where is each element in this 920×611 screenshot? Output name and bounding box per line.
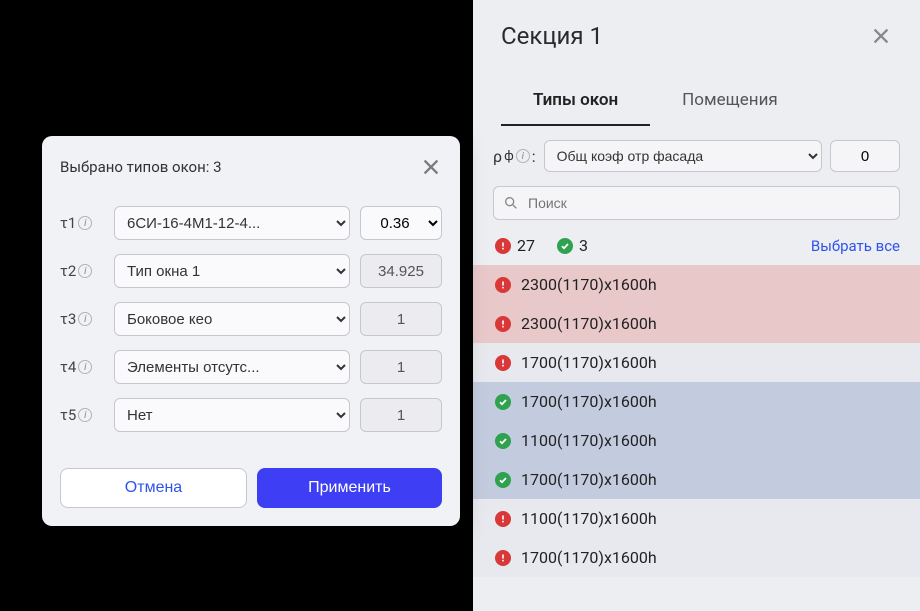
close-icon[interactable] (870, 25, 892, 47)
tau-value[interactable] (360, 350, 442, 384)
cancel-button[interactable]: Отмена (60, 468, 247, 508)
modal-header: Выбрано типов окон: 3 (60, 156, 442, 178)
tau-row: τ1i 6СИ-16-4М1-12-4... 0.36 (60, 206, 442, 240)
rho-sub: ф (504, 149, 514, 164)
info-icon[interactable]: i (78, 360, 92, 374)
list-item-label: 1100(1170)x1600h (521, 431, 657, 450)
apply-button[interactable]: Применить (257, 468, 442, 508)
rho-label: ρф i : (493, 147, 536, 166)
search-icon (503, 195, 519, 211)
search-input[interactable] (493, 186, 900, 220)
counter-red: 27 (495, 236, 535, 255)
close-icon[interactable] (420, 156, 442, 178)
counter-red-value: 27 (517, 236, 535, 255)
info-icon[interactable]: i (78, 216, 92, 230)
counters: 27 3 Выбрать все (473, 228, 920, 265)
error-icon (495, 511, 511, 527)
tau-select[interactable]: Боковое кео (114, 302, 350, 336)
tablist: Типы окон Помещения (501, 80, 892, 126)
info-icon[interactable]: i (78, 264, 92, 278)
tau-select[interactable]: 6СИ-16-4М1-12-4... (114, 206, 350, 240)
list-item-label: 2300(1170)x1600h (521, 314, 657, 333)
info-icon[interactable]: i (78, 312, 92, 326)
check-icon (495, 472, 511, 488)
list-item-label: 1700(1170)x1600h (521, 548, 657, 567)
select-all-link[interactable]: Выбрать все (811, 237, 900, 255)
info-icon[interactable]: i (78, 408, 92, 422)
list-item[interactable]: 1700(1170)x1600h (473, 382, 920, 421)
list-item[interactable]: 1100(1170)x1600h (473, 499, 920, 538)
list-item[interactable]: 1100(1170)x1600h (473, 421, 920, 460)
tau-rows: τ1i 6СИ-16-4М1-12-4... 0.36 τ2i Тип окна 1 τ3… (60, 206, 442, 432)
list-item[interactable]: 2300(1170)x1600h (473, 304, 920, 343)
error-icon (495, 316, 511, 332)
tau-select[interactable]: Нет (114, 398, 350, 432)
search-wrap (493, 186, 900, 220)
tau-value-select[interactable]: 0.36 (360, 206, 442, 240)
counter-green-value: 3 (579, 236, 588, 255)
tau-label: τ5i (60, 406, 104, 424)
tau-row: τ5i Нет (60, 398, 442, 432)
panel-title: Секция 1 (501, 22, 603, 50)
tau-value[interactable] (360, 254, 442, 288)
rho-colon: : (532, 147, 536, 166)
tab-window-types[interactable]: Типы окон (501, 80, 650, 126)
check-icon (495, 394, 511, 410)
tau-label: τ2i (60, 262, 104, 280)
list-item-label: 1700(1170)x1600h (521, 470, 657, 489)
error-icon (495, 355, 511, 371)
rho-number[interactable] (830, 140, 900, 172)
list-item-label: 1700(1170)x1600h (521, 392, 657, 411)
list-item[interactable]: 1700(1170)x1600h (473, 538, 920, 577)
list-item[interactable]: 1700(1170)x1600h (473, 343, 920, 382)
tau-row: τ2i Тип окна 1 (60, 254, 442, 288)
tau-row: τ3i Боковое кео (60, 302, 442, 336)
section-panel: Секция 1 Типы окон Помещения ρф i : Общ … (473, 0, 920, 611)
counter-green: 3 (557, 236, 588, 255)
window-list: 2300(1170)x1600h 2300(1170)x1600h 1700(117… (473, 265, 920, 577)
error-icon (495, 238, 511, 254)
modal-buttons: Отмена Применить (60, 468, 442, 508)
tau-select[interactable]: Тип окна 1 (114, 254, 350, 288)
counters-left: 27 3 (495, 236, 588, 255)
tab-rooms[interactable]: Помещения (650, 80, 810, 126)
tau-select[interactable]: Элементы отсутс... (114, 350, 350, 384)
check-icon (495, 433, 511, 449)
rho-symbol: ρ (493, 147, 502, 166)
info-icon[interactable]: i (516, 149, 530, 163)
list-item-label: 1100(1170)x1600h (521, 509, 657, 528)
rho-row: ρф i : Общ коэф отр фасада (473, 126, 920, 182)
rho-select[interactable]: Общ коэф отр фасада (544, 140, 822, 172)
panel-header: Секция 1 (473, 0, 920, 60)
list-item[interactable]: 2300(1170)x1600h (473, 265, 920, 304)
tau-value[interactable] (360, 398, 442, 432)
modal-title: Выбрано типов окон: 3 (60, 158, 222, 176)
list-item-label: 1700(1170)x1600h (521, 353, 657, 372)
tau-label: τ3i (60, 310, 104, 328)
list-item[interactable]: 1700(1170)x1600h (473, 460, 920, 499)
list-item-label: 2300(1170)x1600h (521, 275, 657, 294)
check-icon (557, 238, 573, 254)
tau-label: τ1i (60, 214, 104, 232)
tau-row: τ4i Элементы отсутс... (60, 350, 442, 384)
tau-value[interactable] (360, 302, 442, 336)
tau-modal: Выбрано типов окон: 3 τ1i 6СИ-16-4М1-12-4… (42, 136, 460, 526)
error-icon (495, 277, 511, 293)
tau-label: τ4i (60, 358, 104, 376)
error-icon (495, 550, 511, 566)
